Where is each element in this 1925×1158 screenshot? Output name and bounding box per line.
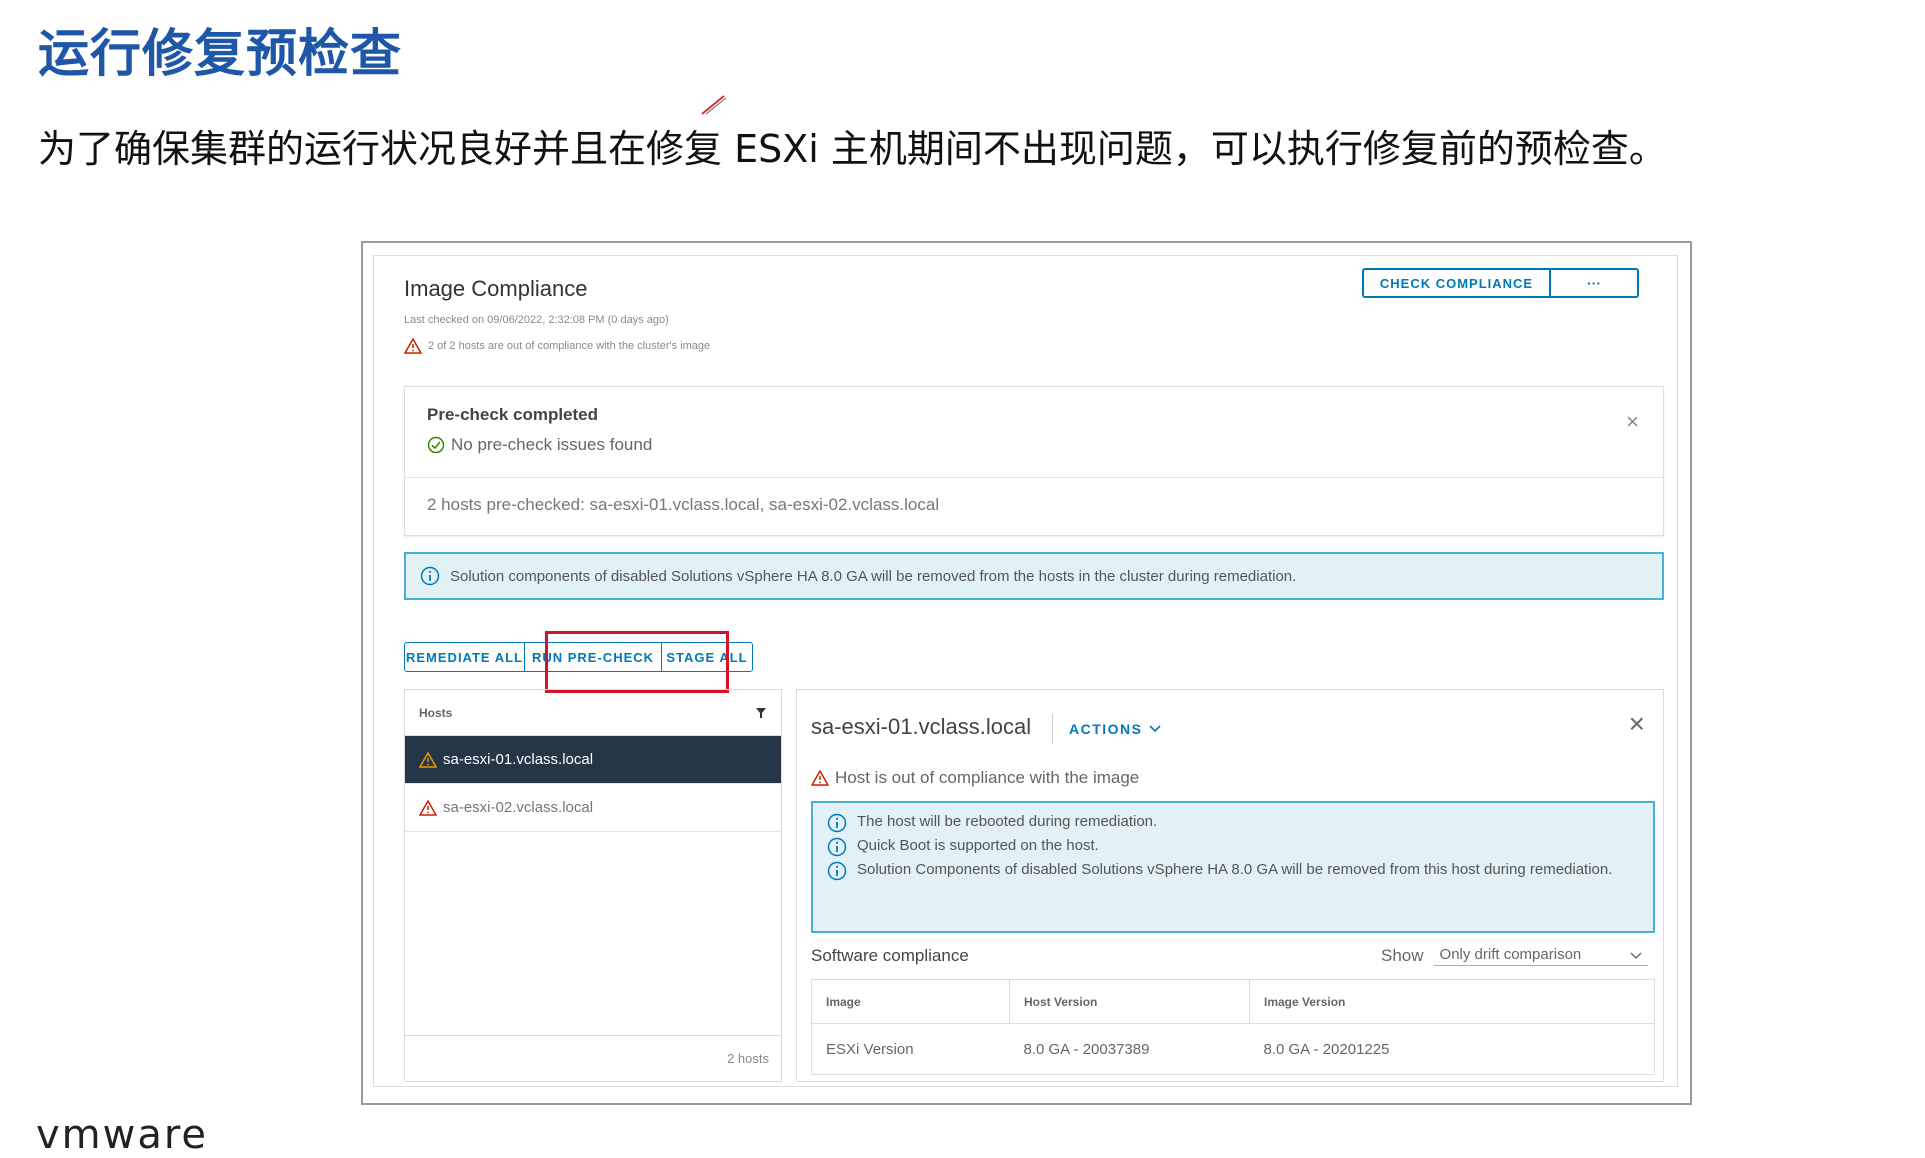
host-name: sa-esxi-01.vclass.local [443, 751, 594, 768]
last-checked-text: Last checked on 09/06/2022, 2:32:08 PM (… [404, 314, 669, 326]
table-cell: ESXi Version [826, 1040, 914, 1058]
compliance-warning: 2 of 2 hosts are out of compliance with … [404, 338, 710, 354]
column-header[interactable]: Image [811, 979, 1010, 1024]
info-icon [827, 813, 847, 833]
software-compliance-table: Image Host Version Image Version ESXi Ve… [811, 979, 1655, 1075]
host-detail-pane: sa-esxi-01.vclass.local ACTIONS × Host i… [796, 689, 1664, 1082]
precheck-status-text: No pre-check issues found [451, 435, 653, 454]
check-circle-icon [427, 436, 445, 454]
host-info-line: Solution Components of disabled Solution… [827, 859, 1639, 881]
show-filter: Show Only drift comparison [1381, 946, 1648, 966]
compliance-warning-text: 2 of 2 hosts are out of compliance with … [428, 340, 711, 352]
hosts-count: 2 hosts [727, 1051, 769, 1066]
check-compliance-button[interactable]: CHECK COMPLIANCE [1364, 270, 1551, 296]
pen-annotation-icon [701, 95, 727, 115]
filter-icon[interactable] [755, 707, 767, 719]
precheck-hosts-text: 2 hosts pre-checked: sa-esxi-01.vclass.l… [427, 495, 940, 514]
warning-icon [404, 338, 422, 354]
host-info-text: The host will be rebooted during remedia… [857, 813, 1158, 830]
show-select-value: Only drift comparison [1439, 946, 1582, 963]
info-icon [420, 566, 440, 586]
host-info-line: Quick Boot is supported on the host. [827, 835, 1639, 857]
precheck-status: No pre-check issues found [427, 435, 652, 455]
screenshot-frame: Image Compliance Last checked on 09/06/2… [361, 241, 1692, 1105]
more-options-button[interactable]: ··· [1551, 270, 1637, 296]
info-icon [827, 861, 847, 881]
precheck-divider [405, 477, 1663, 478]
info-icon [827, 837, 847, 857]
hosts-header-label: Hosts [419, 705, 453, 720]
run-precheck-highlight [545, 631, 729, 693]
remediate-all-button[interactable]: REMEDIATE ALL [405, 643, 525, 671]
precheck-title: Pre-check completed [427, 405, 599, 424]
warning-icon [419, 751, 437, 768]
column-header[interactable]: Image Version [1249, 979, 1655, 1024]
image-compliance-title: Image Compliance [404, 276, 588, 301]
detail-close-icon[interactable]: × [1629, 708, 1645, 740]
slide-title: 运行修复预检查 [38, 25, 403, 84]
host-info-text: Quick Boot is supported on the host. [857, 837, 1099, 854]
hosts-header: Hosts [405, 690, 781, 736]
solution-info-banner: Solution components of disabled Solution… [404, 552, 1664, 600]
host-info-text: Solution Components of disabled Solution… [857, 861, 1613, 878]
table-cell: 8.0 GA - 20037389 [1023, 1040, 1150, 1058]
host-row[interactable]: sa-esxi-01.vclass.local [405, 736, 781, 784]
vmware-logo: vmware [36, 1112, 209, 1158]
host-name: sa-esxi-02.vclass.local [443, 799, 594, 816]
chevron-down-icon [1630, 952, 1642, 959]
host-row[interactable]: sa-esxi-02.vclass.local [405, 784, 781, 832]
actions-label: ACTIONS [1069, 721, 1143, 737]
show-select[interactable]: Only drift comparison [1433, 946, 1648, 966]
slide-subtitle: 为了确保集群的运行状况良好并且在修复 ESXi 主机期间不出现问题，可以执行修复… [38, 127, 1667, 171]
actions-dropdown[interactable]: ACTIONS [1069, 721, 1161, 737]
warning-icon [419, 799, 437, 816]
table-row: ESXi Version 8.0 GA - 20037389 8.0 GA - … [812, 1024, 1655, 1075]
image-compliance-panel: Image Compliance Last checked on 09/06/2… [373, 255, 1678, 1087]
hosts-footer: 2 hosts [405, 1035, 781, 1081]
detail-header-separator [1052, 714, 1053, 744]
hosts-list: Hosts sa-esxi-01.vclass.local sa-esxi-02… [404, 689, 782, 1082]
software-compliance-title: Software compliance [811, 946, 969, 965]
host-info-line: The host will be rebooted during remedia… [827, 811, 1639, 833]
host-info-box: The host will be rebooted during remedia… [811, 801, 1655, 933]
precheck-close-icon[interactable]: × [1626, 409, 1639, 435]
solution-info-text: Solution components of disabled Solution… [450, 567, 1297, 585]
warning-icon [811, 770, 829, 786]
check-compliance-button-group: CHECK COMPLIANCE ··· [1362, 268, 1639, 298]
precheck-card: Pre-check completed No pre-check issues … [404, 386, 1664, 536]
table-cell: 8.0 GA - 20201225 [1263, 1040, 1390, 1058]
column-header[interactable]: Host Version [1009, 979, 1250, 1024]
host-compliance-warning-text: Host is out of compliance with the image [835, 768, 1140, 787]
host-compliance-warning: Host is out of compliance with the image [811, 768, 1139, 788]
table-header-row: Image Host Version Image Version [811, 979, 1655, 1024]
chevron-down-icon [1148, 725, 1161, 733]
detail-host-name: sa-esxi-01.vclass.local [811, 714, 1032, 739]
show-label: Show [1381, 946, 1424, 965]
